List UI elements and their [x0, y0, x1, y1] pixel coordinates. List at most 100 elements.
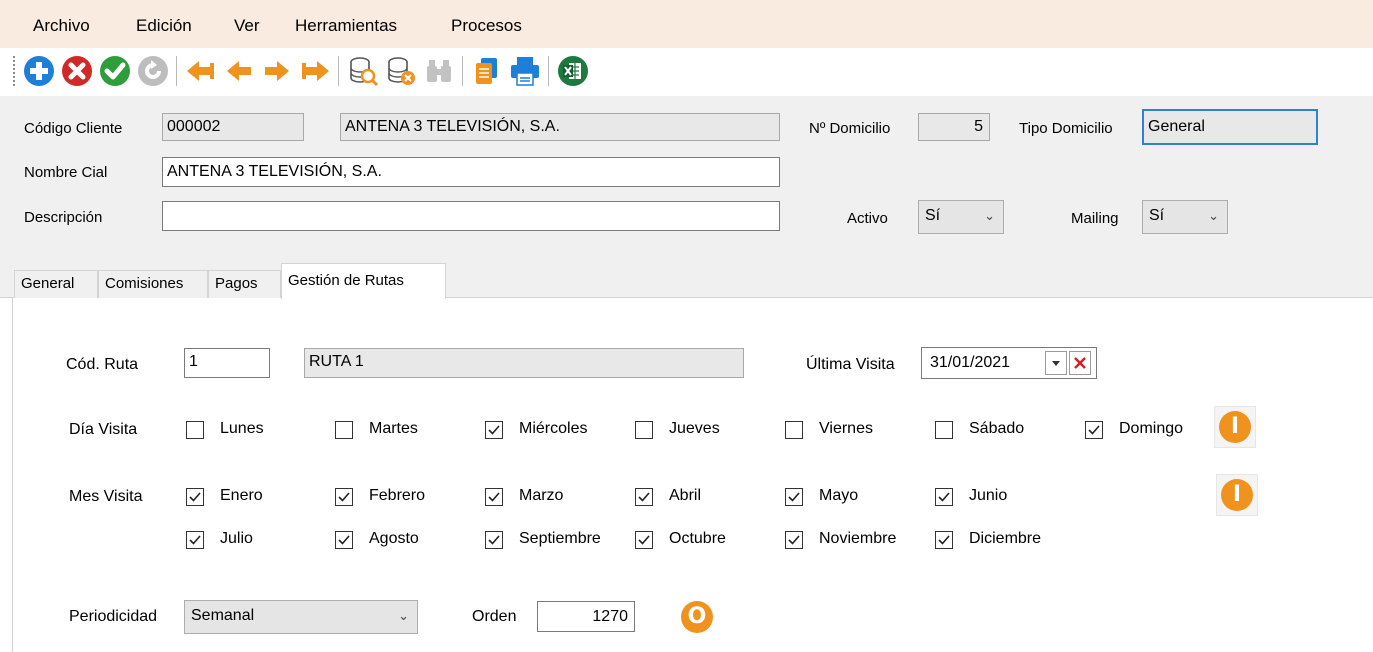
orden-label: Orden	[472, 608, 517, 625]
toolbar-grip[interactable]	[13, 56, 15, 86]
mes-diciembre-label[interactable]: Diciembre	[969, 530, 1041, 548]
mes-mayo-checkbox[interactable]	[785, 488, 803, 506]
tab-general[interactable]: General	[14, 270, 98, 298]
mes-diciembre-checkbox[interactable]	[935, 531, 953, 549]
dia-jueves-checkbox[interactable]	[635, 421, 653, 439]
dia-miércoles-checkbox[interactable]	[485, 421, 503, 439]
activo-select[interactable]: Sí ⌄	[918, 200, 1004, 234]
dia-miércoles-label[interactable]: Miércoles	[519, 420, 587, 438]
mes-marzo-checkbox[interactable]	[485, 488, 503, 506]
calendar-dropdown-button[interactable]	[1045, 351, 1067, 375]
dia-domingo-checkbox[interactable]	[1085, 421, 1103, 439]
dia-martes-label[interactable]: Martes	[369, 420, 418, 438]
dia-lunes-checkbox[interactable]	[186, 421, 204, 439]
descripcion-field[interactable]	[162, 201, 780, 231]
mes-agosto-label[interactable]: Agosto	[369, 530, 419, 548]
previous-icon[interactable]	[222, 54, 256, 88]
mes-agosto-checkbox[interactable]	[335, 531, 353, 549]
orden-field[interactable]: 1270	[537, 601, 635, 632]
mes-noviembre-checkbox[interactable]	[785, 531, 803, 549]
dia-jueves-label[interactable]: Jueves	[669, 420, 720, 438]
dia-martes-checkbox[interactable]	[335, 421, 353, 439]
checkmark-icon	[638, 492, 650, 502]
tab-comisiones[interactable]: Comisiones	[98, 270, 208, 298]
tipo-domicilio-label: Tipo Domicilio	[1019, 120, 1113, 137]
mes-septiembre-checkbox[interactable]	[485, 531, 503, 549]
toggle-dias-button[interactable]: I	[1214, 406, 1256, 448]
mailing-select[interactable]: Sí ⌄	[1142, 200, 1228, 234]
chevron-down-icon: ⌄	[984, 208, 995, 223]
mes-julio-label[interactable]: Julio	[220, 530, 253, 548]
periodicidad-select[interactable]: Semanal ⌄	[184, 600, 418, 634]
mes-octubre-label[interactable]: Octubre	[669, 530, 726, 548]
mes-julio-checkbox[interactable]	[186, 531, 204, 549]
checkmark-icon	[488, 425, 500, 435]
mes-septiembre-label[interactable]: Septiembre	[519, 530, 601, 548]
menu-herramientas[interactable]: Herramientas	[295, 16, 397, 36]
checkmark-icon	[788, 535, 800, 545]
mes-marzo-label[interactable]: Marzo	[519, 487, 563, 505]
menu-edicion[interactable]: Edición	[136, 16, 192, 36]
orden-button[interactable]: O	[676, 596, 718, 638]
mes-junio-checkbox[interactable]	[935, 488, 953, 506]
tab-gestion-de-rutas[interactable]: Gestión de Rutas	[281, 263, 446, 299]
mes-enero-checkbox[interactable]	[186, 488, 204, 506]
toggle-dias-icon: I	[1219, 411, 1251, 443]
checkmark-icon	[488, 535, 500, 545]
dia-domingo-label[interactable]: Domingo	[1119, 420, 1183, 438]
mes-octubre-checkbox[interactable]	[635, 531, 653, 549]
mes-enero-label[interactable]: Enero	[220, 487, 263, 505]
delete-icon[interactable]	[60, 54, 94, 88]
checkmark-icon	[189, 535, 201, 545]
checkmark-icon	[638, 535, 650, 545]
toolbar-separator	[462, 56, 463, 86]
mes-noviembre-label[interactable]: Noviembre	[819, 530, 896, 548]
cliente-nombre-field: ANTENA 3 TELEVISIÓN, S.A.	[340, 113, 780, 141]
toggle-dias-glyph: I	[1230, 414, 1240, 439]
cod-ruta-field[interactable]: 1	[184, 348, 270, 378]
ultima-visita-label: Última Visita	[806, 356, 895, 373]
ultima-visita-value: 31/01/2021	[930, 354, 1011, 371]
dia-viernes-checkbox[interactable]	[785, 421, 803, 439]
dia-sábado-label[interactable]: Sábado	[969, 420, 1024, 438]
binoculars-icon[interactable]	[422, 54, 456, 88]
toolbar-separator	[548, 56, 549, 86]
refresh-icon[interactable]	[136, 54, 170, 88]
menu-procesos[interactable]: Procesos	[451, 16, 522, 36]
n-domicilio-field[interactable]: 5	[918, 113, 990, 141]
mes-junio-label[interactable]: Junio	[969, 487, 1007, 505]
delete-db-icon[interactable]	[384, 54, 418, 88]
codigo-cliente-field[interactable]: 000002	[162, 113, 304, 141]
first-icon[interactable]	[184, 54, 218, 88]
checkmark-icon	[938, 535, 950, 545]
nombre-cial-field[interactable]: ANTENA 3 TELEVISIÓN, S.A.	[162, 157, 780, 187]
confirm-icon[interactable]	[98, 54, 132, 88]
dia-viernes-label[interactable]: Viernes	[819, 420, 873, 438]
toolbar-separator	[338, 56, 339, 86]
add-icon[interactable]	[22, 54, 56, 88]
mes-abril-checkbox[interactable]	[635, 488, 653, 506]
mes-febrero-checkbox[interactable]	[335, 488, 353, 506]
activo-label: Activo	[847, 210, 888, 227]
mes-abril-label[interactable]: Abril	[669, 487, 701, 505]
toolbar	[0, 48, 1373, 96]
mes-mayo-label[interactable]: Mayo	[819, 487, 858, 505]
mes-febrero-label[interactable]: Febrero	[369, 487, 425, 505]
menu-ver[interactable]: Ver	[234, 16, 260, 36]
next-icon[interactable]	[260, 54, 294, 88]
dia-lunes-label[interactable]: Lunes	[220, 420, 264, 438]
menu-archivo[interactable]: Archivo	[33, 16, 90, 36]
chevron-down-icon: ⌄	[1208, 208, 1219, 223]
excel-icon[interactable]	[556, 54, 590, 88]
tab-pagos[interactable]: Pagos	[208, 270, 281, 298]
print-icon[interactable]	[508, 54, 542, 88]
dia-sábado-checkbox[interactable]	[935, 421, 953, 439]
toggle-meses-button[interactable]: I	[1216, 474, 1258, 516]
tipo-domicilio-field[interactable]: General	[1142, 109, 1318, 145]
clear-date-button[interactable]	[1069, 351, 1091, 375]
search-db-icon[interactable]	[346, 54, 380, 88]
copy-icon[interactable]	[470, 54, 504, 88]
last-icon[interactable]	[298, 54, 332, 88]
toggle-meses-glyph: I	[1232, 482, 1242, 507]
ruta-nombre-field: RUTA 1	[304, 348, 744, 378]
